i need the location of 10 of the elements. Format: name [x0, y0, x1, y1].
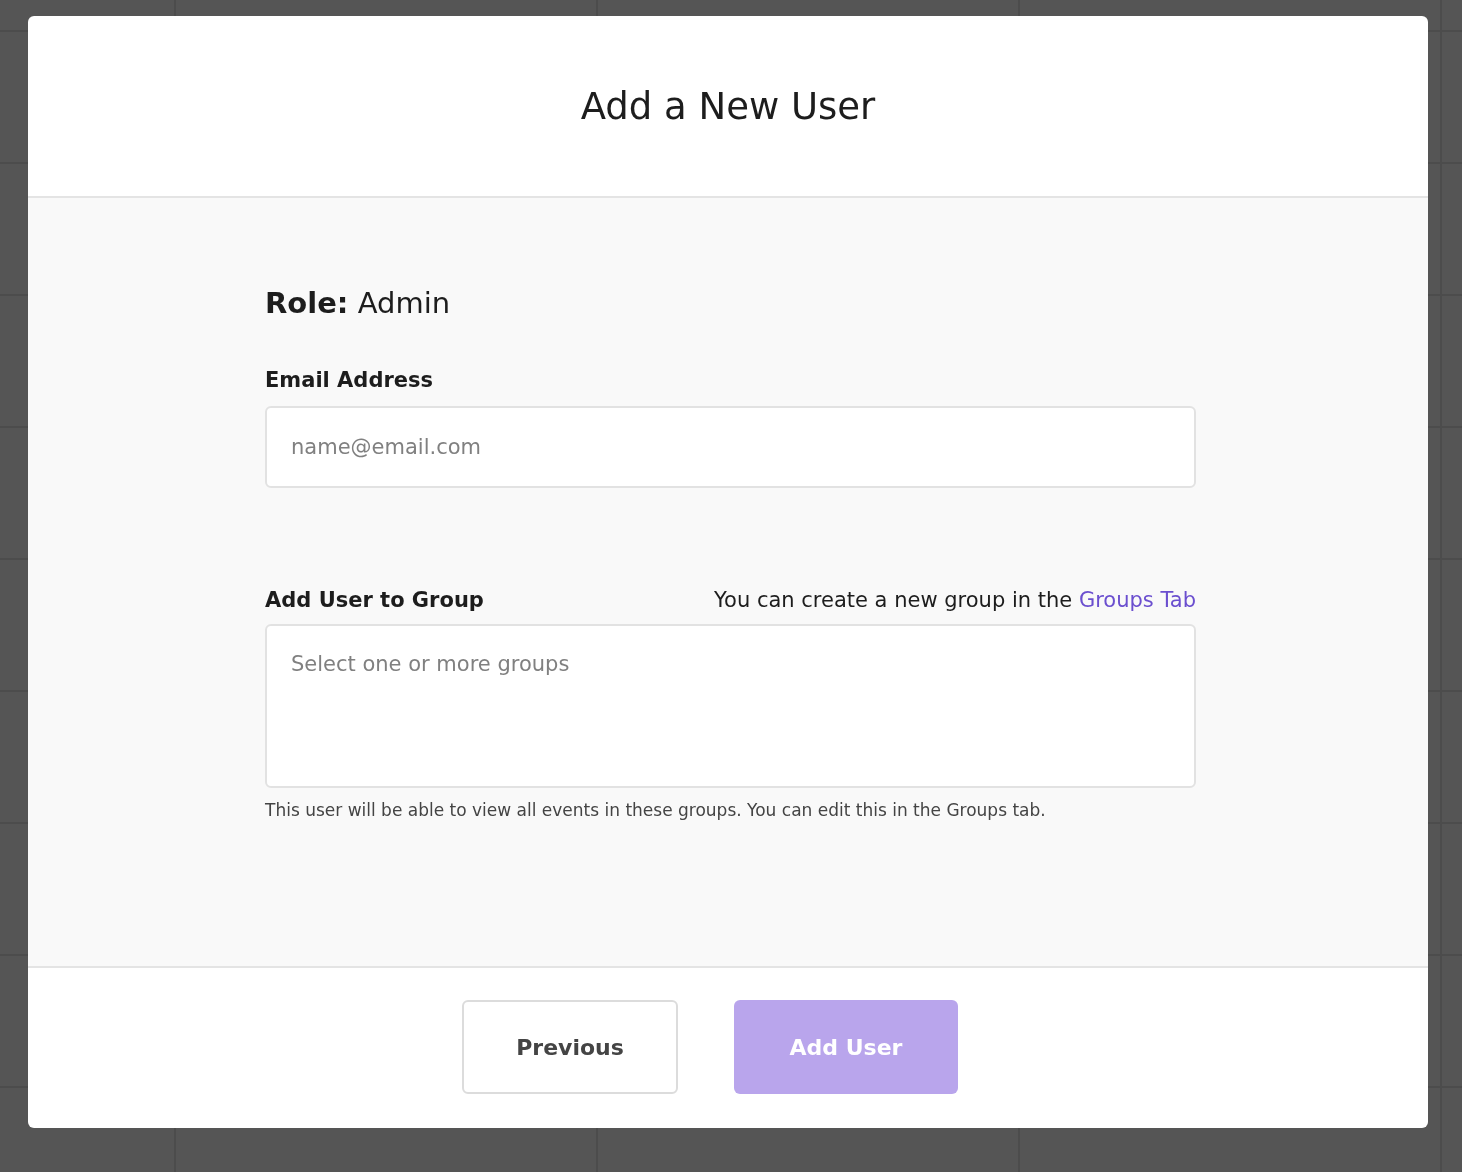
- group-select-field[interactable]: Select one or more groups: [265, 624, 1196, 788]
- help-text: This user will be able to view all events in these groups. You can edit this in the Groups tab.: [265, 800, 1047, 820]
- field-label: Email Address: [265, 368, 435, 392]
- field-label: Add User to Group: [265, 588, 484, 612]
- hint-text: You can create a new group in the Groups Tab: [714, 588, 1196, 612]
- groups-tab-link[interactable]: Groups Tab: [1078, 588, 1196, 612]
- email-field[interactable]: name@email.com: [265, 406, 1196, 488]
- role-text: Role: Admin: [265, 286, 452, 320]
- dialog-title: Add a New User: [580, 84, 876, 128]
- previous-button[interactable]: Previous: [462, 1000, 678, 1094]
